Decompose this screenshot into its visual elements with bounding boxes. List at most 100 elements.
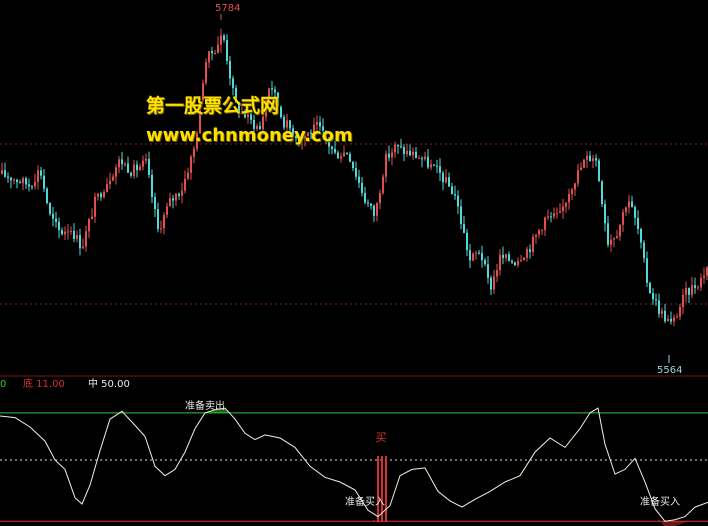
candle-body — [445, 177, 447, 183]
candle-body — [424, 156, 426, 160]
candle-body — [484, 260, 486, 265]
watermark-site-url: www.chnmoney.com — [146, 125, 353, 146]
signal-label-3: 买 — [376, 431, 387, 444]
candle-body — [547, 216, 549, 218]
candle-body — [625, 207, 627, 213]
candle-body — [553, 213, 555, 217]
candle-body — [214, 52, 216, 54]
candle-body — [91, 216, 93, 220]
candle — [49, 202, 51, 216]
candle-body — [394, 144, 396, 153]
candle-body — [64, 231, 66, 235]
candle-body — [382, 176, 384, 194]
candle-body — [649, 282, 651, 294]
candle-body — [664, 310, 666, 322]
candle-body — [58, 221, 60, 231]
candle-body — [139, 166, 141, 171]
candle-body — [334, 148, 336, 153]
candle-body — [1, 170, 3, 174]
candle-body — [523, 257, 525, 261]
candle-body — [205, 62, 207, 84]
candle-body — [346, 152, 348, 155]
candle-body — [340, 156, 342, 159]
candle-body — [169, 198, 171, 207]
candle-body — [403, 147, 405, 154]
buy-signal-bar — [377, 456, 379, 522]
candle-body — [616, 236, 618, 239]
candle-body — [73, 230, 75, 239]
legend-item-1: 0 — [0, 379, 6, 390]
candle-body — [610, 239, 612, 245]
candle-body — [511, 260, 513, 263]
candle-body — [535, 234, 537, 237]
candle-body — [655, 299, 657, 301]
candle-body — [364, 192, 366, 203]
candle-body — [478, 252, 480, 254]
candle-body — [280, 106, 282, 118]
candle-body — [211, 51, 213, 54]
candle-body — [94, 196, 96, 217]
candle-body — [4, 170, 6, 177]
candle-body — [82, 246, 84, 249]
candle-body — [622, 212, 624, 225]
candle-body — [565, 202, 567, 207]
candle-body — [571, 189, 573, 194]
candle-body — [586, 155, 588, 160]
candle-body — [688, 288, 690, 295]
candle-body — [448, 177, 450, 187]
candle-body — [385, 153, 387, 177]
candle-body — [370, 203, 372, 206]
candle — [382, 173, 384, 195]
candle-body — [637, 217, 639, 230]
candle-body — [271, 88, 273, 90]
candle-body — [562, 206, 564, 212]
candle-body — [406, 150, 408, 154]
candle-body — [568, 193, 570, 203]
candle-body — [118, 159, 120, 168]
candle-body — [514, 262, 516, 266]
candle-body — [112, 176, 114, 181]
candle-body — [85, 231, 87, 247]
candle — [205, 58, 207, 86]
candle-body — [508, 254, 510, 261]
candle-body — [388, 153, 390, 158]
candle-body — [232, 78, 234, 88]
candle-body — [127, 163, 129, 173]
candle-body — [136, 164, 138, 171]
candle-body — [25, 178, 27, 185]
candle-body — [682, 294, 684, 307]
candle-body — [658, 300, 660, 314]
candle-body — [178, 193, 180, 196]
candle — [598, 158, 600, 182]
candle-body — [331, 146, 333, 149]
candle-body — [577, 170, 579, 184]
candle-body — [469, 250, 471, 261]
candle-body — [70, 230, 72, 232]
candle-body — [646, 258, 648, 283]
candle-body — [376, 203, 378, 216]
candle-body — [190, 156, 192, 173]
candle-body — [451, 186, 453, 195]
candle-body — [490, 277, 492, 290]
candle-body — [676, 316, 678, 318]
candle-body — [613, 238, 615, 240]
candle-body — [463, 224, 465, 233]
candle-body — [31, 186, 33, 188]
candle-body — [493, 276, 495, 290]
candle-body — [457, 195, 459, 207]
candle-body — [673, 317, 675, 322]
candle-body — [142, 160, 144, 167]
candle-body — [442, 172, 444, 183]
candle-body — [67, 231, 69, 233]
candle-body — [496, 270, 498, 277]
candle-body — [592, 158, 594, 162]
candle-body — [40, 170, 42, 176]
chart-background — [0, 0, 708, 526]
candle-body — [88, 219, 90, 232]
candle-body — [697, 287, 699, 289]
candle-body — [652, 293, 654, 300]
signal-label-4: 准备买入 — [640, 495, 680, 508]
candle-body — [703, 275, 705, 278]
candle-body — [16, 179, 18, 183]
candle-body — [172, 198, 174, 201]
